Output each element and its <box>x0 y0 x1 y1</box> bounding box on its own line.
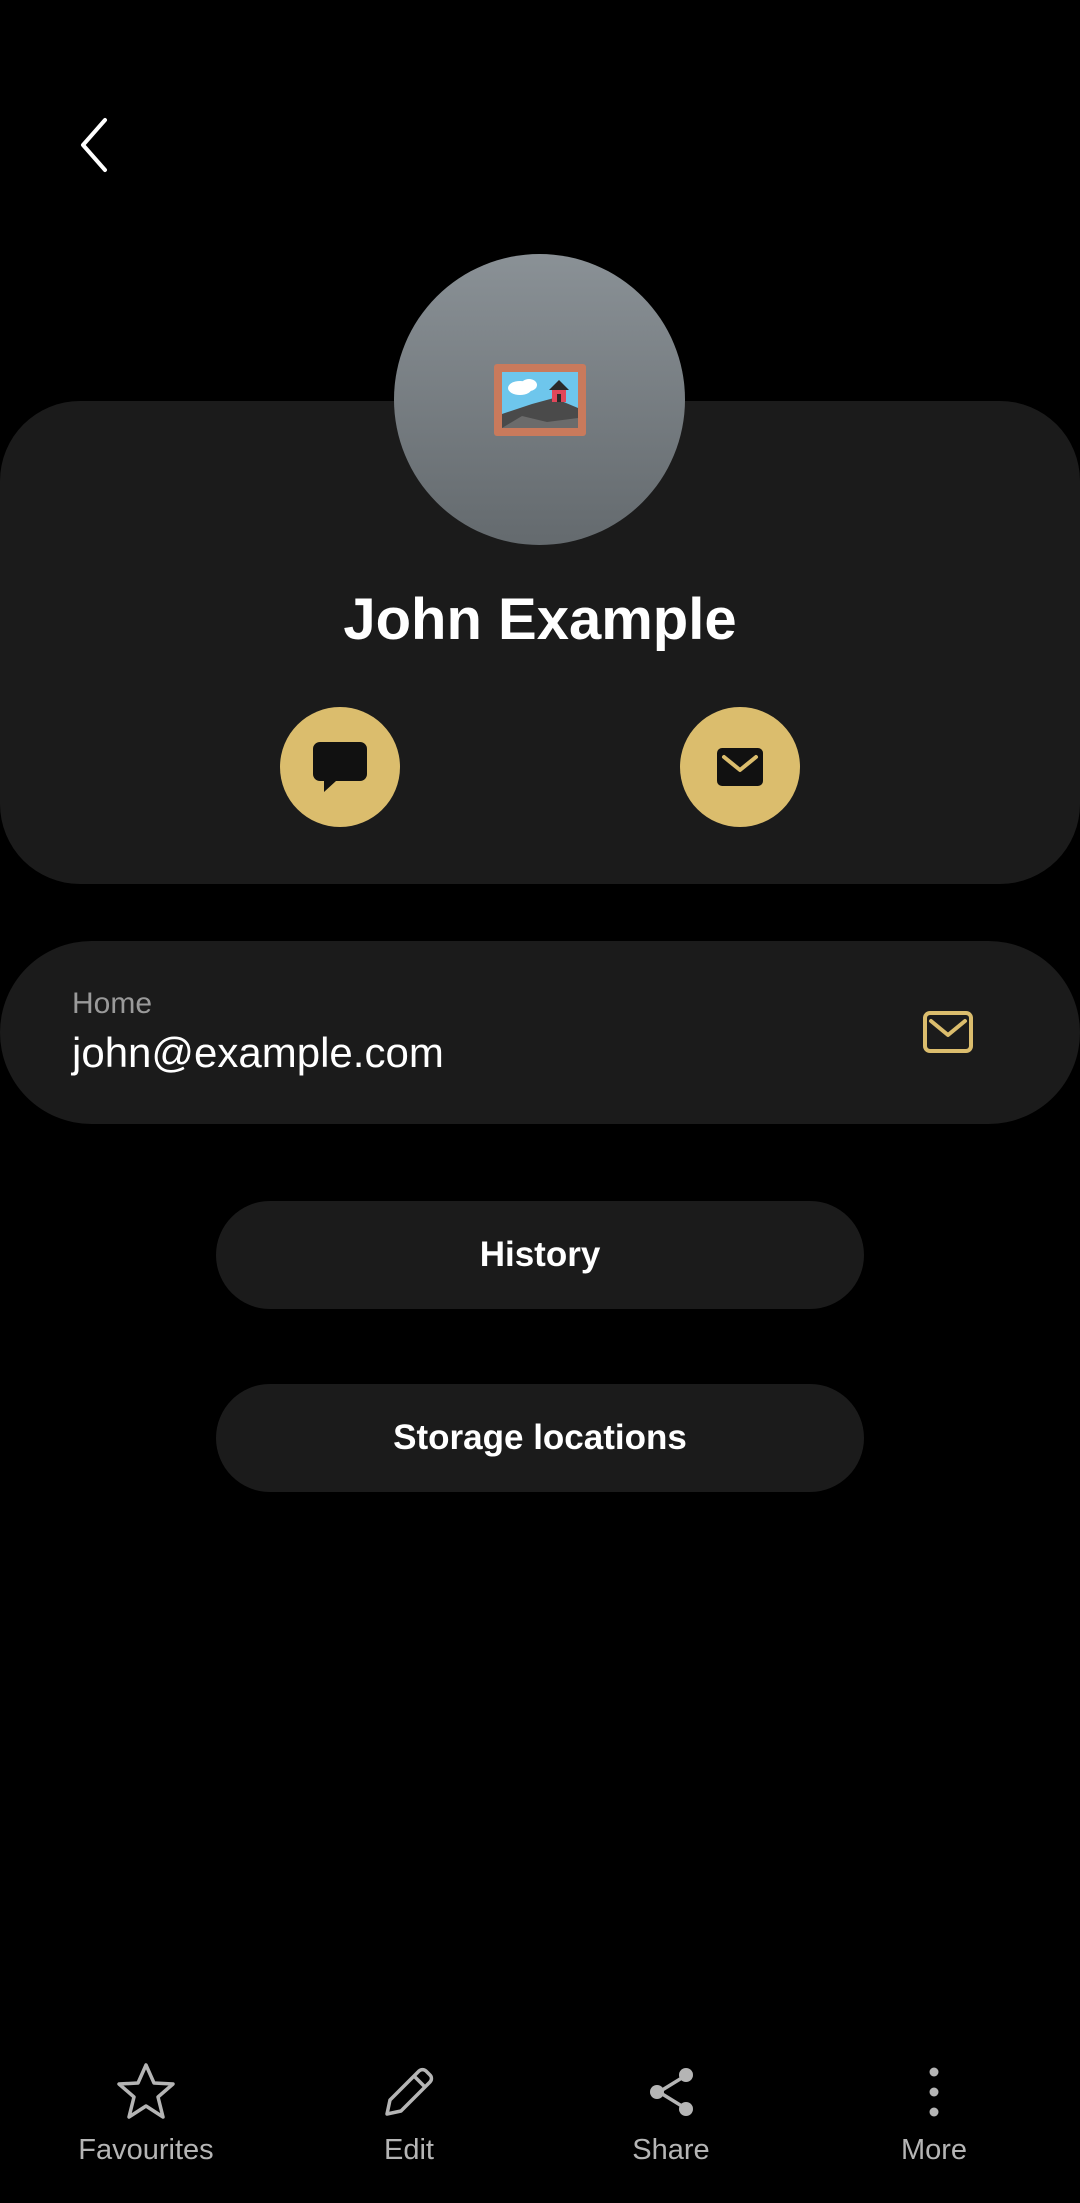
bottom-action-bar: Favourites Edit Share More <box>0 2040 1080 2190</box>
envelope-icon <box>923 1011 973 1053</box>
chevron-left-icon <box>81 118 107 172</box>
back-button[interactable] <box>60 110 130 180</box>
message-button[interactable] <box>280 707 400 827</box>
contact-name: John Example <box>343 587 737 652</box>
share-label: Share <box>632 2134 710 2166</box>
star-icon <box>117 2063 175 2119</box>
email-type-label: Home <box>72 987 153 1020</box>
message-bubble-icon <box>313 742 367 792</box>
pencil-icon <box>385 2067 434 2116</box>
email-row[interactable]: Home john@example.com <box>0 941 1080 1124</box>
favourites-button[interactable]: Favourites <box>26 2040 266 2190</box>
share-button[interactable]: Share <box>551 2040 791 2190</box>
more-label: More <box>900 2134 968 2166</box>
share-icon <box>650 2068 693 2116</box>
history-button[interactable]: History <box>216 1201 864 1309</box>
storage-locations-button[interactable]: Storage locations <box>216 1384 864 1492</box>
email-button[interactable] <box>680 707 800 827</box>
edit-button[interactable]: Edit <box>289 2040 529 2190</box>
envelope-icon <box>717 748 763 786</box>
email-address: john@example.com <box>72 1029 444 1076</box>
framed-picture-icon <box>493 363 586 436</box>
edit-label: Edit <box>384 2134 434 2166</box>
favourites-label: Favourites <box>78 2134 214 2166</box>
more-vertical-icon <box>929 2067 939 2117</box>
contact-avatar[interactable] <box>394 254 685 545</box>
send-email-button[interactable] <box>912 996 984 1068</box>
more-button[interactable]: More <box>814 2040 1054 2190</box>
